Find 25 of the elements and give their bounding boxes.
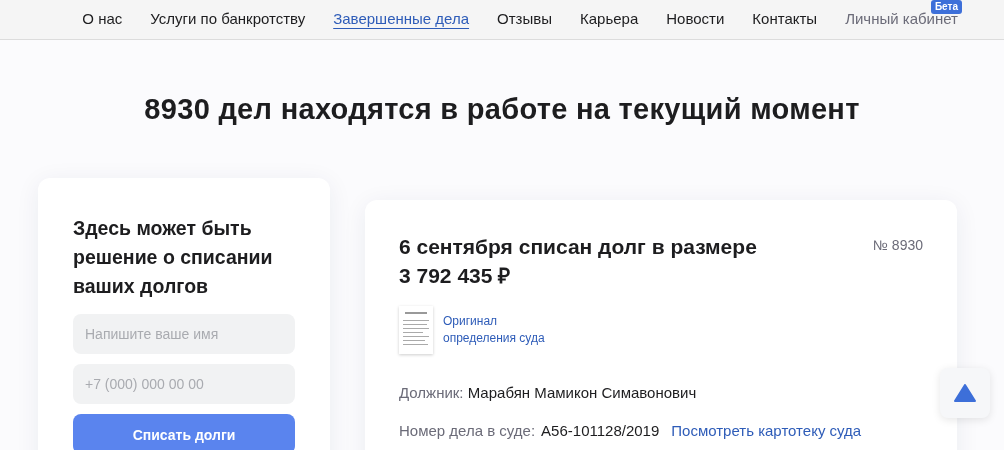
case-title: 6 сентября списан долг в размере bbox=[399, 233, 757, 260]
case-amount: 3 792 435 ₽ bbox=[399, 262, 512, 289]
scroll-to-top-button[interactable] bbox=[940, 368, 990, 418]
phone-field[interactable]: +7 (000) 000 00 00 bbox=[73, 363, 295, 404]
case-file-link[interactable]: Посмотреть картотеку суда bbox=[671, 420, 862, 443]
case-number-value: А56-101128/2019 bbox=[541, 421, 660, 441]
headline: 8930 дел находятся в работе на текущий момент bbox=[143, 92, 861, 127]
nav-link[interactable]: Завершенные дела bbox=[333, 8, 470, 31]
name-field[interactable]: Напишите ваше имя bbox=[73, 313, 295, 354]
document-thumbnail-icon bbox=[399, 305, 433, 354]
form-title: Здесь может быть решение о списании ваших долгов bbox=[73, 215, 274, 299]
submit-button[interactable]: Списать долги bbox=[73, 413, 295, 450]
triangle-up-icon bbox=[954, 384, 976, 402]
debtor-label: Должник: bbox=[399, 383, 464, 401]
nav-link[interactable]: Отзывы bbox=[497, 8, 552, 31]
nav-link[interactable]: Контакты bbox=[752, 8, 818, 31]
case-number-label: Номер дела в суде: bbox=[399, 421, 536, 441]
nav-link[interactable]: Услуги по банкротству bbox=[150, 8, 306, 31]
beta-badge: Бета bbox=[930, 0, 962, 14]
nav-link[interactable]: Карьера bbox=[580, 8, 639, 31]
nav-link[interactable]: О нас bbox=[82, 8, 123, 31]
document-link[interactable]: Оригинал определения суда bbox=[443, 312, 573, 347]
debtor-name: Марабян Мамикон Симавонович bbox=[467, 383, 697, 401]
case-number: № 8930 bbox=[872, 235, 923, 255]
nav-link[interactable]: Новости bbox=[666, 8, 725, 31]
